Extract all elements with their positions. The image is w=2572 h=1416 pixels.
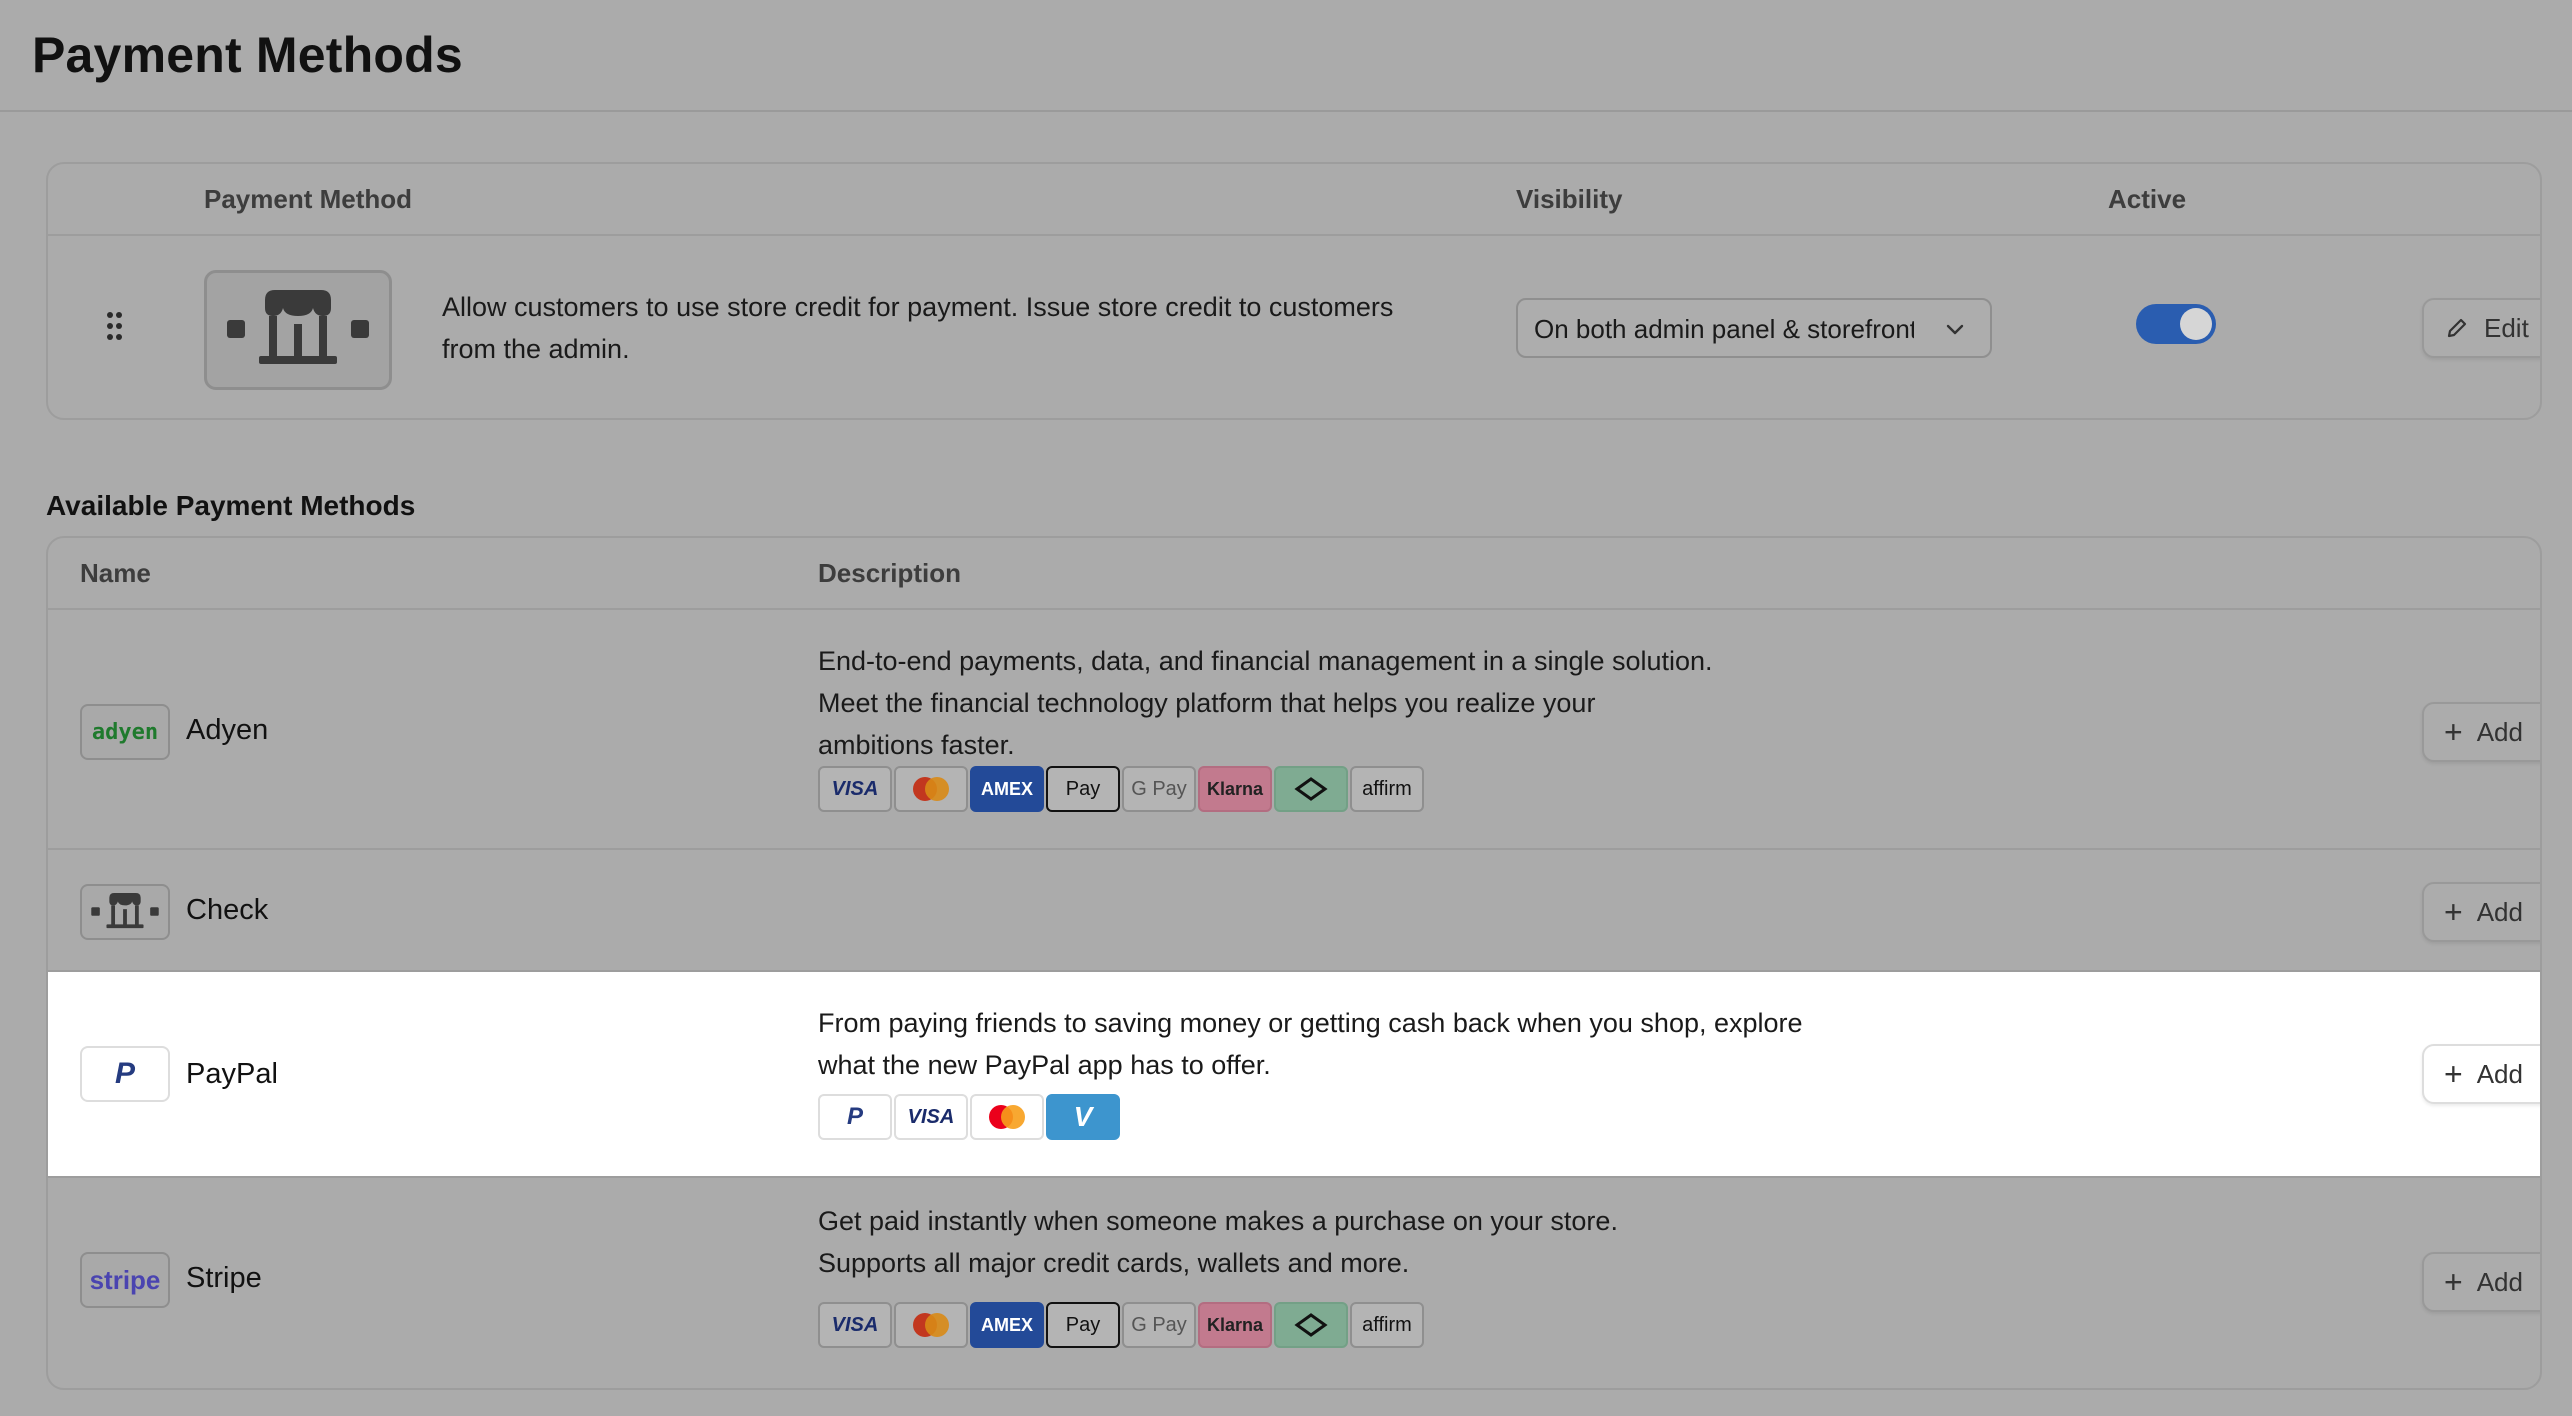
visa-icon: VISA [818,766,892,812]
column-header-payment-method: Payment Method [204,184,413,214]
apple-pay-icon: Pay [1046,1302,1120,1348]
add-button-stripe[interactable]: + Add [2422,1252,2540,1312]
page-title: Payment Methods [32,27,463,83]
amex-icon: AMEX [970,1302,1044,1348]
mastercard-icon [970,1094,1044,1140]
venmo-icon: V [1046,1094,1120,1140]
edit-button-label: Edit [2484,312,2529,343]
affirm-icon: affirm [1350,766,1424,812]
column-header-active: Active [2108,184,2187,214]
storefront-icon [91,893,159,929]
storefront-icon [227,290,369,364]
klarna-icon: Klarna [1198,1302,1272,1348]
row-description-adyen: End-to-end payments, data, and financial… [818,646,1713,760]
klarna-icon: Klarna [1198,766,1272,812]
row-name-check: Check [186,894,269,926]
active-payment-methods-table: Payment Method Visibility Active Allow c… [46,162,2542,420]
row-name-stripe: Stripe [186,1262,262,1294]
pencil-icon [2447,318,2467,338]
drag-handle-icon[interactable] [106,312,126,342]
toggle-knob [2180,308,2212,340]
visibility-select-value: On both admin panel & storefront [1534,314,1914,344]
afterpay-icon [1274,766,1348,812]
table-header: Payment Method Visibility Active [48,164,2540,236]
paypal-logo: P [80,1046,170,1102]
table-row-adyen: adyen Adyen End-to-end payments, data, a… [48,610,2540,850]
table-row-paypal: P PayPal From paying friends to saving m… [48,972,2540,1178]
payment-icons-stripe: VISA AMEX Pay G Pay Klarna affirm [818,1302,1424,1348]
column-header-name: Name [80,558,151,588]
mastercard-icon [894,1302,968,1348]
column-header-description: Description [818,558,962,588]
store-credit-logo [204,270,392,390]
affirm-icon: affirm [1350,1302,1424,1348]
apple-pay-icon: Pay [1046,766,1120,812]
available-payment-methods-table: Name Description adyen Adyen End-to-end … [46,536,2542,1390]
row-name-adyen: Adyen [186,714,269,746]
plus-icon: + [2444,1056,2463,1092]
mastercard-icon [894,766,968,812]
row-description-stripe: Get paid instantly when someone makes a … [818,1206,1618,1278]
add-button-paypal[interactable]: + Add [2422,1044,2540,1104]
paypal-icon: P [818,1094,892,1140]
add-button-adyen[interactable]: + Add [2422,702,2540,762]
column-header-visibility: Visibility [1516,184,1623,214]
edit-button[interactable]: Edit [2422,298,2540,358]
visa-icon: VISA [894,1094,968,1140]
adyen-logo: adyen [80,704,170,760]
table-header: Name Description [48,538,2540,610]
plus-icon: + [2444,894,2463,930]
plus-icon: + [2444,714,2463,750]
table-row-check: Check + Add [48,850,2540,972]
store-credit-description: Allow customers to use store credit for … [442,292,1394,364]
section-title: Available Payment Methods [46,490,416,521]
row-description-paypal: From paying friends to saving money or g… [818,1008,1803,1080]
afterpay-icon [1274,1302,1348,1348]
row-name-paypal: PayPal [186,1058,278,1090]
stripe-logo: stripe [80,1252,170,1308]
visibility-select[interactable]: On both admin panel & storefront [1516,298,1992,358]
amex-icon: AMEX [970,766,1044,812]
plus-icon: + [2444,1264,2463,1300]
payment-icons-paypal: P VISA V [818,1094,1120,1140]
add-button-check[interactable]: + Add [2422,882,2540,942]
payment-icons-adyen: VISA AMEX Pay G Pay Klarna affirm [818,766,1424,812]
google-pay-icon: G Pay [1122,1302,1196,1348]
table-row-stripe: stripe Stripe Get paid instantly when so… [48,1178,2540,1388]
active-toggle[interactable] [2136,304,2216,344]
check-logo [80,884,170,940]
page-header: Payment Methods [0,0,2572,112]
google-pay-icon: G Pay [1122,766,1196,812]
visa-icon: VISA [818,1302,892,1348]
table-row-store-credit: Allow customers to use store credit for … [48,236,2540,418]
chevron-down-icon [1946,324,1964,335]
